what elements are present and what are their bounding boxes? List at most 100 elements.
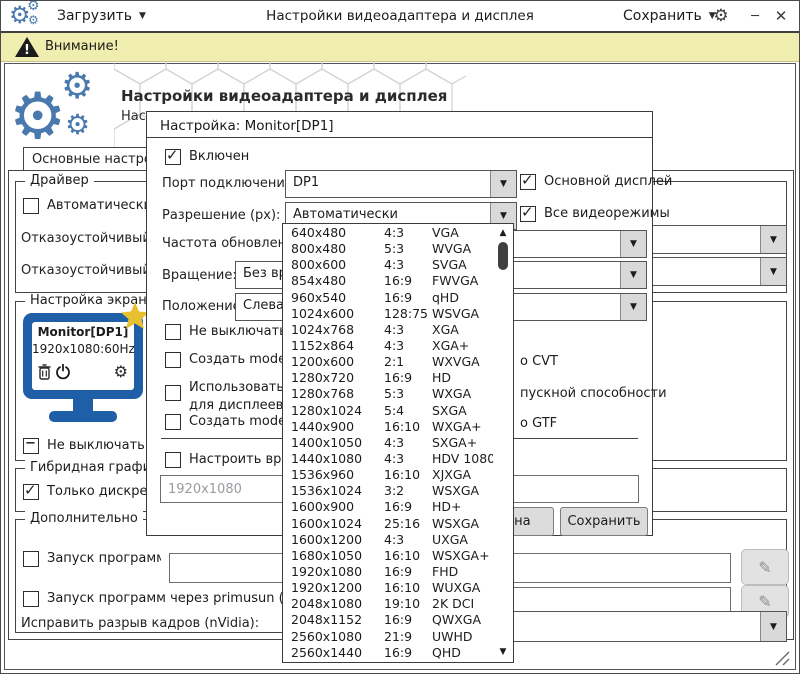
tab-main-settings[interactable]: Основные настройки xyxy=(23,147,151,172)
resolution-option[interactable]: 800x6004:3SVGA xyxy=(283,257,493,273)
monitor-card[interactable]: Monitor[DP1] 1920x1080:60Hz ⚙ xyxy=(23,313,143,425)
resolution-option[interactable]: 854x48016:9FWVGA xyxy=(283,273,493,289)
fix-tearing-label: Исправить разрыв кадров (nVidia): xyxy=(21,616,259,631)
resolution-option[interactable]: 2048x108019:102K DCI xyxy=(283,596,493,612)
chevron-down-icon[interactable] xyxy=(620,262,646,288)
resolution-option[interactable]: 1680x105016:10WSXGA+ xyxy=(283,548,493,564)
chevron-down-icon[interactable] xyxy=(760,612,786,641)
checkbox-box xyxy=(165,324,181,340)
warning-icon: ! xyxy=(14,36,40,58)
resolution-option[interactable]: 1440x10804:3HDV 1080i xyxy=(283,451,493,467)
scroll-down-icon[interactable]: ▼ xyxy=(500,646,507,658)
chevron-down-icon[interactable] xyxy=(760,226,786,253)
resolution-res: 960x540 xyxy=(291,290,384,306)
resolution-name: WXGA xyxy=(432,386,493,402)
resolution-option[interactable]: 1920x108016:9FHD xyxy=(283,564,493,580)
resolution-option[interactable]: 1920x120016:10WUXGA xyxy=(283,580,493,596)
chevron-down-icon[interactable] xyxy=(490,171,516,197)
monitor-settings-gear-icon[interactable]: ⚙ xyxy=(114,362,128,382)
resolution-option[interactable]: 1280x72016:9HD xyxy=(283,370,493,386)
resolution-name: UWHD xyxy=(432,629,493,645)
resolution-option[interactable]: 1024x600128:75WSVGA xyxy=(283,306,493,322)
close-button[interactable]: ✕ xyxy=(769,5,793,27)
resolution-option[interactable]: 1280x7685:3WXGA xyxy=(283,386,493,402)
resolution-name: HDV 1080i xyxy=(432,451,493,467)
resolution-name: WSXGA+ xyxy=(432,548,493,564)
resolution-ratio: 16:10 xyxy=(384,548,432,564)
resolution-res: 854x480 xyxy=(291,273,384,289)
chevron-down-icon[interactable] xyxy=(620,294,646,320)
resolution-name: SVGA xyxy=(432,257,493,273)
checkbox-box xyxy=(23,438,39,454)
resolution-option[interactable]: 1152x8644:3XGA+ xyxy=(283,338,493,354)
resolution-option[interactable]: 1600x102425:16WSXGA xyxy=(283,516,493,532)
resolution-option[interactable]: 1600x12004:3UXGA xyxy=(283,532,493,548)
power-toggle-icon[interactable] xyxy=(55,364,71,380)
resolution-name: FHD xyxy=(432,564,493,580)
title-bar: ⚙ ⚙ ⚙ Загрузить ▼ Настройки видеоадаптер… xyxy=(1,1,799,33)
minimize-button[interactable]: ─ xyxy=(743,5,767,27)
resolution-ratio: 5:3 xyxy=(384,386,432,402)
resolution-res: 2048x1152 xyxy=(291,612,384,628)
port-select[interactable]: DP1 xyxy=(285,170,517,198)
resolution-ratio: 19:10 xyxy=(384,596,432,612)
resolution-option[interactable]: 2560x144016:9QHD xyxy=(283,645,493,661)
resolution-name: FWVGA xyxy=(432,273,493,289)
resolution-option[interactable]: 2048x115216:9QWXGA xyxy=(283,612,493,628)
resolution-label: Разрешение (px): xyxy=(162,208,280,223)
modeline-cvt-label-tail: о CVT xyxy=(520,354,558,369)
resolution-option[interactable]: 1536x96016:10XJXGA xyxy=(283,467,493,483)
resize-grip[interactable] xyxy=(769,648,791,668)
checkbox-box xyxy=(23,198,39,214)
resolution-res: 1920x1200 xyxy=(291,580,384,596)
resolution-option[interactable]: 800x4805:3WVGA xyxy=(283,241,493,257)
chevron-down-icon[interactable] xyxy=(620,231,646,257)
resolution-option[interactable]: 1280x10245:4SXGA xyxy=(283,403,493,419)
checkbox-box xyxy=(520,174,536,190)
resolution-ratio: 16:9 xyxy=(384,370,432,386)
run-programs-checkbox-1[interactable]: Запуск программ ч xyxy=(23,551,161,567)
resolution-option[interactable]: 1024x7684:3XGA xyxy=(283,322,493,338)
resolution-ratio: 4:3 xyxy=(384,338,432,354)
resolution-res: 1600x900 xyxy=(291,499,384,515)
save-button[interactable]: Сохранить ▼ xyxy=(619,1,720,31)
all-video-modes-checkbox[interactable]: Все видеорежимы xyxy=(520,206,670,222)
delete-monitor-trash-icon[interactable] xyxy=(38,364,51,380)
resolution-name: QWXGA xyxy=(432,612,493,628)
settings-gear-button[interactable]: ⚙ xyxy=(709,5,733,27)
resolution-ratio: 3:2 xyxy=(384,483,432,499)
scroll-thumb[interactable] xyxy=(498,242,508,270)
resolution-option[interactable]: 2560x108021:9UWHD xyxy=(283,629,493,645)
resolution-res: 2048x1080 xyxy=(291,596,384,612)
resolution-options: 640x4804:3VGA800x4805:3WVGA800x6004:3SVG… xyxy=(283,225,493,661)
resolution-ratio: 4:3 xyxy=(384,451,432,467)
enabled-checkbox[interactable]: Включен xyxy=(165,149,249,165)
chevron-down-icon[interactable] xyxy=(760,258,786,285)
resolution-option[interactable]: 1200x6002:1WXVGA xyxy=(283,354,493,370)
resolution-res: 1536x1024 xyxy=(291,483,384,499)
checkbox-box xyxy=(23,551,39,567)
resolution-option[interactable]: 1440x90016:10WXGA+ xyxy=(283,419,493,435)
scrollbar[interactable]: ▲ ▼ xyxy=(494,225,512,661)
primary-display-checkbox[interactable]: Основной дисплей xyxy=(520,174,672,190)
resolution-res: 1280x768 xyxy=(291,386,384,402)
scroll-up-icon[interactable]: ▲ xyxy=(500,227,507,239)
keep-display-on-checkbox[interactable]: Не выключать ди xyxy=(23,438,166,454)
monitor-mode: 1920x1080:60Hz xyxy=(32,342,134,356)
resolution-option[interactable]: 640x4804:3VGA xyxy=(283,225,493,241)
app-window: ⚙ ⚙ ⚙ Загрузить ▼ Настройки видеоадаптер… xyxy=(0,0,800,674)
resolution-ratio: 4:3 xyxy=(384,322,432,338)
resolution-name: VGA xyxy=(432,225,493,241)
select-value: DP1 xyxy=(286,171,490,197)
resolution-option[interactable]: 1600x90016:9HD+ xyxy=(283,499,493,515)
edit-command-button-1[interactable]: ✎ xyxy=(741,549,789,585)
resolution-ratio: 5:3 xyxy=(384,241,432,257)
resolution-option[interactable]: 1536x10243:2WSXGA xyxy=(283,483,493,499)
resolution-name: WSXGA xyxy=(432,516,493,532)
save-settings-button[interactable]: Сохранить xyxy=(560,507,648,536)
resolution-option[interactable]: 1400x10504:3SXGA+ xyxy=(283,435,493,451)
resolution-ratio: 4:3 xyxy=(384,532,432,548)
resolution-res: 2560x1440 xyxy=(291,645,384,661)
resolution-option[interactable]: 960x54016:9qHD xyxy=(283,290,493,306)
resolution-name: 2K DCI xyxy=(432,596,493,612)
